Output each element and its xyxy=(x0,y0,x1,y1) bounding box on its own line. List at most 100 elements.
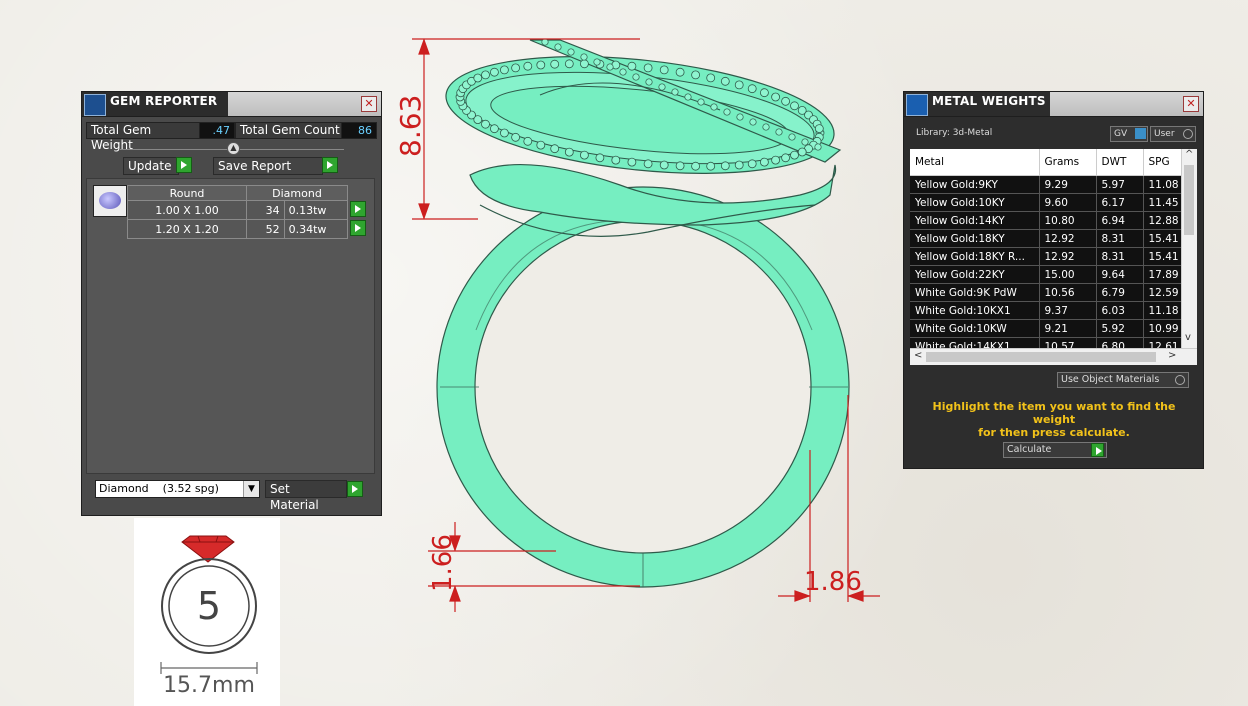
pave-stone xyxy=(710,103,718,111)
metal-row[interactable]: White Gold:10KX1 9.37 6.03 11.18 xyxy=(910,301,1183,320)
metal-row[interactable]: Yellow Gold:22KY 15.00 9.64 17.89 xyxy=(910,265,1183,284)
use-object-materials-toggle[interactable]: Use Object Materials xyxy=(1057,372,1189,388)
metal-table[interactable]: Metal Grams DWT SPG Yellow Gold:9KY 9.29 5… xyxy=(910,149,1197,365)
pave-stone xyxy=(523,136,533,146)
pave-stone xyxy=(762,123,770,131)
pave-stone xyxy=(723,108,731,116)
pave-stone xyxy=(481,119,490,129)
scroll-right-icon[interactable]: > xyxy=(1168,350,1176,361)
use-object-materials-indicator xyxy=(1175,375,1185,385)
calculate-go-icon[interactable] xyxy=(1091,443,1104,457)
gem-material-header: Diamond xyxy=(246,185,348,201)
chevron-down-icon[interactable]: ▼ xyxy=(243,481,259,497)
metal-dwt: 6.03 xyxy=(1096,301,1144,320)
pave-stone xyxy=(541,38,549,46)
pave-stone xyxy=(747,84,757,94)
calculate-button[interactable]: Calculate xyxy=(1003,442,1107,458)
vertical-scroll-thumb[interactable] xyxy=(1184,165,1194,235)
close-icon[interactable]: ✕ xyxy=(361,96,377,112)
vertical-scrollbar[interactable]: ^ v xyxy=(1181,149,1197,349)
metal-dwt: 6.94 xyxy=(1096,211,1144,230)
metal-row[interactable]: Yellow Gold:10KY 9.60 6.17 11.45 xyxy=(910,193,1183,212)
calculate-button-label: Calculate xyxy=(1007,444,1052,455)
pave-stone xyxy=(706,73,716,83)
instruction-text: Highlight the item you want to find the … xyxy=(914,400,1194,439)
set-material-button-label[interactable]: Set Material xyxy=(265,480,347,512)
close-icon[interactable]: ✕ xyxy=(1183,96,1199,112)
pave-stone xyxy=(619,68,627,76)
pave-stone xyxy=(736,113,744,121)
column-header-dwt[interactable]: DWT xyxy=(1096,149,1144,176)
report-slider-knob[interactable]: ▲ xyxy=(227,142,240,155)
pave-stone xyxy=(567,48,575,56)
scroll-down-icon[interactable]: v xyxy=(1185,332,1191,343)
scroll-left-icon[interactable]: < xyxy=(914,350,922,361)
column-header-grams[interactable]: Grams xyxy=(1039,149,1097,176)
column-header-spg[interactable]: SPG xyxy=(1143,149,1183,176)
gv-toggle[interactable]: GV xyxy=(1110,126,1148,142)
metal-grams: 12.92 xyxy=(1039,247,1097,266)
pave-stone xyxy=(499,65,509,75)
metal-spg: 11.45 xyxy=(1143,193,1183,212)
gem-table: Round Diamond 1.00 X 1.00 34 0.13tw 1.20… xyxy=(127,185,367,239)
horizontal-scrollbar[interactable]: < > xyxy=(910,348,1197,365)
metal-row[interactable]: Yellow Gold:18KY 12.92 8.31 15.41 xyxy=(910,229,1183,248)
update-button-label[interactable]: Update xyxy=(123,157,179,175)
metal-name: Yellow Gold:14KY xyxy=(910,211,1040,230)
pave-stone xyxy=(606,63,614,71)
gem-weight: 0.13tw xyxy=(283,200,349,220)
gem-list: Round Diamond 1.00 X 1.00 34 0.13tw 1.20… xyxy=(86,178,375,474)
metal-weights-panel: METAL WEIGHTS ✕ Library: 3d-Metal GV Use… xyxy=(903,91,1204,469)
gem-weight: 0.34tw xyxy=(283,219,349,239)
gem-reporter-panel: GEM REPORTER ✕ Total Gem Weight .47 Tota… xyxy=(81,91,382,516)
set-material-button[interactable] xyxy=(347,481,363,497)
metal-weights-titlebar[interactable]: METAL WEIGHTS ✕ xyxy=(904,92,1203,117)
material-select[interactable]: Diamond (3.52 spg) ▼ xyxy=(95,480,260,498)
gem-row-select-button[interactable] xyxy=(350,219,366,236)
pave-stone xyxy=(580,150,589,160)
save-report-button-label[interactable]: Save Report xyxy=(213,157,323,175)
scroll-up-icon[interactable]: ^ xyxy=(1185,149,1193,160)
gem-row[interactable]: 1.00 X 1.00 34 0.13tw xyxy=(127,200,367,220)
gem-size: 1.00 X 1.00 xyxy=(127,200,247,220)
pave-stone xyxy=(499,128,509,138)
metal-name: Yellow Gold:9KY xyxy=(910,175,1040,194)
metal-dwt: 9.64 xyxy=(1096,265,1144,284)
pave-stone xyxy=(760,157,769,167)
pave-stone xyxy=(611,155,621,165)
metal-grams: 9.37 xyxy=(1039,301,1097,320)
metal-row[interactable]: Yellow Gold:14KY 10.80 6.94 12.88 xyxy=(910,211,1183,230)
metal-name: White Gold:9K PdW xyxy=(910,283,1040,302)
pave-stone xyxy=(658,83,666,91)
metal-row[interactable]: White Gold:10KW 9.21 5.92 10.99 xyxy=(910,319,1183,338)
gem-reporter-icon xyxy=(84,94,106,116)
gv-toggle-indicator xyxy=(1135,128,1146,139)
metal-spg: 15.41 xyxy=(1143,229,1183,248)
column-header-metal[interactable]: Metal xyxy=(910,149,1040,176)
update-button[interactable] xyxy=(176,157,192,173)
pave-stone xyxy=(550,59,560,69)
metal-dwt: 6.79 xyxy=(1096,283,1144,302)
pave-stone xyxy=(771,155,780,165)
metal-row[interactable]: Yellow Gold:18KY R... 12.92 8.31 15.41 xyxy=(910,247,1183,266)
metal-row[interactable]: Yellow Gold:9KY 9.29 5.97 11.08 xyxy=(910,175,1183,194)
save-report-button[interactable] xyxy=(322,157,338,173)
total-gem-count-value: 86 xyxy=(341,122,377,139)
pave-stone xyxy=(632,73,640,81)
gem-count: 52 xyxy=(246,219,285,239)
pave-stone xyxy=(627,61,637,71)
metal-spg: 12.59 xyxy=(1143,283,1183,302)
metal-row[interactable]: White Gold:9K PdW 10.56 6.79 12.59 xyxy=(910,283,1183,302)
gem-row-select-button[interactable] xyxy=(350,200,366,217)
metal-spg: 12.88 xyxy=(1143,211,1183,230)
pave-stone xyxy=(550,144,560,154)
gem-reporter-titlebar[interactable]: GEM REPORTER ✕ xyxy=(82,92,381,117)
use-object-materials-label: Use Object Materials xyxy=(1061,374,1160,385)
metal-spg: 11.08 xyxy=(1143,175,1183,194)
horizontal-scroll-thumb[interactable] xyxy=(926,352,1156,362)
pave-stone xyxy=(481,70,490,80)
pave-stone xyxy=(489,67,499,77)
gem-row[interactable]: 1.20 X 1.20 52 0.34tw xyxy=(127,219,367,239)
pave-stone xyxy=(734,80,744,90)
user-toggle[interactable]: User xyxy=(1150,126,1196,142)
